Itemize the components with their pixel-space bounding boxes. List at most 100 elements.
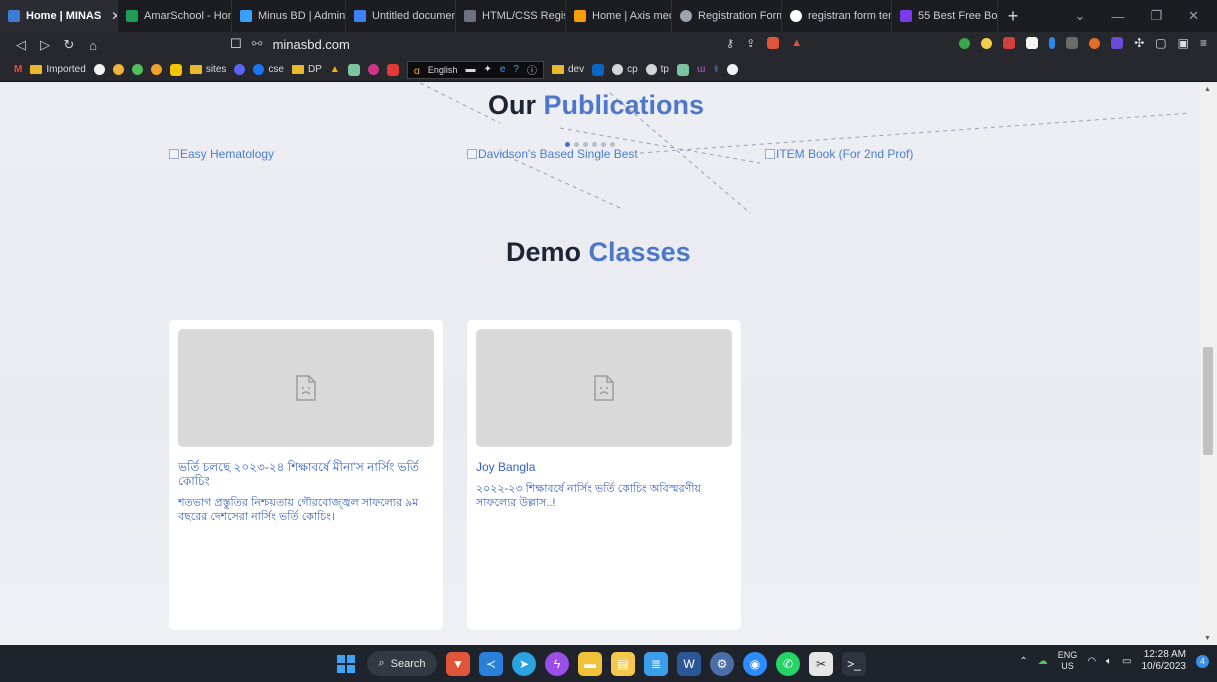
tab-minus-bd[interactable]: Minus BD | Admin <box>232 0 346 32</box>
extension-icon[interactable] <box>367 64 379 75</box>
gmail-icon[interactable]: M <box>14 64 22 75</box>
tab-amarschool[interactable]: AmarSchool - Home <box>118 0 232 32</box>
carousel-dot[interactable] <box>601 142 606 147</box>
site-settings-icon[interactable]: ⚯ <box>252 36 263 52</box>
extension-icon[interactable]: ɯ <box>697 64 705 75</box>
brave-icon[interactable]: ▼ <box>446 651 470 676</box>
card-title[interactable]: Joy Bangla <box>476 460 732 474</box>
linkedin-icon[interactable] <box>592 63 605 76</box>
menu-icon[interactable]: ≡ <box>1200 36 1207 50</box>
settings-icon[interactable]: ⚙ <box>710 651 734 676</box>
extension-icon[interactable] <box>676 63 689 76</box>
publication-davidsons[interactable]: Davidson's Based Single Best <box>467 147 638 161</box>
extension-icon[interactable] <box>1049 37 1056 49</box>
carousel-dot[interactable] <box>583 142 588 147</box>
messenger-icon[interactable]: ϟ <box>545 651 569 676</box>
minimize-icon[interactable]: ▬ <box>465 64 475 75</box>
extension-icon[interactable] <box>150 64 162 75</box>
bookmark-cse[interactable]: cse <box>253 64 284 75</box>
terminal-icon[interactable]: >_ <box>842 651 866 676</box>
tab-html-css-registration[interactable]: HTML/CSS Registra <box>456 0 566 32</box>
extension-icon[interactable] <box>1089 37 1101 49</box>
notepad-icon[interactable]: ≣ <box>644 651 668 676</box>
taskbar-search[interactable]: ⌕ Search <box>367 651 437 676</box>
brave-shield-icon[interactable] <box>767 37 780 49</box>
zoom-icon[interactable]: ◉ <box>743 651 767 676</box>
analytics-icon[interactable] <box>131 64 143 75</box>
card-title[interactable]: ভর্তি চলছে ২০২৩-২৪ শিক্ষাবর্ষে মীনা'স না… <box>178 460 434 488</box>
clock[interactable]: 12:28 AM 10/6/2023 <box>1142 649 1187 673</box>
puzzle-icon[interactable]: ✣ <box>1134 36 1144 50</box>
brave-rewards-icon[interactable]: ▲ <box>791 37 802 50</box>
close-window-icon[interactable]: ✕ <box>1188 8 1199 24</box>
new-tab-button[interactable]: + <box>998 0 1028 32</box>
file-explorer-icon[interactable]: ▬ <box>578 651 602 676</box>
extension-icon[interactable] <box>112 64 124 75</box>
github-icon[interactable] <box>726 64 738 75</box>
back-icon[interactable]: ◁ <box>10 37 32 53</box>
carousel-dot[interactable] <box>565 142 570 147</box>
youtube-icon[interactable] <box>386 63 399 76</box>
extension-icon[interactable] <box>1066 37 1079 49</box>
word-icon[interactable]: W <box>677 651 701 676</box>
page-scrollbar[interactable]: ▲ ▼ <box>1200 83 1217 645</box>
tab-axis-medical[interactable]: Home | Axis medica <box>566 0 672 32</box>
extension-icon[interactable]: ✦ <box>483 64 491 75</box>
share-icon[interactable]: ⇪ <box>746 37 755 50</box>
tab-registration-form[interactable]: Registration Form <box>672 0 782 32</box>
carousel-dot[interactable] <box>610 142 615 147</box>
bookmark-dev[interactable]: dev <box>551 64 584 75</box>
language-indicator[interactable]: ENG US <box>1058 650 1078 672</box>
close-icon[interactable]: ✕ <box>111 9 117 23</box>
extension-icon[interactable] <box>1026 37 1039 49</box>
demo-class-card[interactable]: Joy Bangla ২০২২-২৩ শিক্ষাবর্ষে নার্সিং ভ… <box>467 320 741 630</box>
extension-icon[interactable] <box>1003 37 1016 49</box>
publication-item-book[interactable]: ITEM Book (For 2nd Prof) <box>765 147 913 161</box>
demo-class-card[interactable]: ভর্তি চলছে ২০২৩-২৪ শিক্ষাবর্ষে মীনা'স না… <box>169 320 443 630</box>
whatsapp-icon[interactable]: ✆ <box>776 651 800 676</box>
video-thumbnail[interactable] <box>178 329 434 447</box>
vscode-icon[interactable]: ≺ <box>479 651 503 676</box>
extension-icon[interactable]: ⚕ <box>713 64 718 75</box>
extension-icon[interactable] <box>347 63 360 76</box>
notification-badge[interactable]: 4 <box>1196 654 1209 668</box>
key-icon[interactable]: ⚷ <box>726 37 734 50</box>
carousel-dot[interactable] <box>592 142 597 147</box>
forward-icon[interactable]: ▷ <box>34 37 56 53</box>
publication-easy-hematology[interactable]: Easy Hematology <box>169 147 274 161</box>
scroll-down-icon[interactable]: ▼ <box>1204 635 1211 642</box>
tab-untitled-document[interactable]: Untitled document <box>346 0 456 32</box>
help-icon[interactable]: ? <box>513 64 519 75</box>
bookmark-cp[interactable]: cp <box>612 64 638 75</box>
tab-registran-form-template[interactable]: registran form temp <box>782 0 892 32</box>
github-icon[interactable] <box>93 64 105 75</box>
start-button[interactable] <box>334 652 358 676</box>
drive-icon[interactable]: ▲ <box>330 64 340 75</box>
wallet-icon[interactable]: ▣ <box>1178 36 1189 50</box>
video-thumbnail[interactable] <box>476 329 732 447</box>
chevron-up-icon[interactable]: ⌃ <box>1019 656 1027 667</box>
bookmark-tp[interactable]: tp <box>645 64 669 75</box>
minimize-icon[interactable]: — <box>1111 9 1124 24</box>
extension-icon[interactable] <box>169 63 182 76</box>
wifi-icon[interactable]: ◠ <box>1087 656 1096 667</box>
tab-bootstrap-templates[interactable]: 55 Best Free Bootst <box>892 0 998 32</box>
scrollbar-thumb[interactable] <box>1203 347 1213 455</box>
discord-icon[interactable] <box>234 64 246 75</box>
battery-icon[interactable]: ▭ <box>1122 656 1131 667</box>
notes-icon[interactable]: ▤ <box>611 651 635 676</box>
ie-icon[interactable]: e <box>500 64 506 75</box>
snipping-tool-icon[interactable]: ✂ <box>809 651 833 676</box>
bookmark-imported[interactable]: Imported <box>30 64 86 75</box>
volume-icon[interactable]: 🔈︎ <box>1106 656 1112 667</box>
bookmark-dp[interactable]: DP <box>291 64 322 75</box>
scroll-up-icon[interactable]: ▲ <box>1204 86 1211 93</box>
bookmark-icon[interactable]: ☐ <box>230 36 242 52</box>
extension-icon[interactable] <box>1111 37 1124 49</box>
onedrive-icon[interactable]: ☁ <box>1038 656 1048 667</box>
extension-icon[interactable] <box>981 37 993 49</box>
tab-home-minas[interactable]: Home | MINAS ✕ <box>0 0 118 32</box>
info-icon[interactable]: ⓘ <box>527 62 537 77</box>
home-icon[interactable]: ⌂ <box>82 38 104 53</box>
sidebar-icon[interactable]: ▢ <box>1155 36 1166 50</box>
